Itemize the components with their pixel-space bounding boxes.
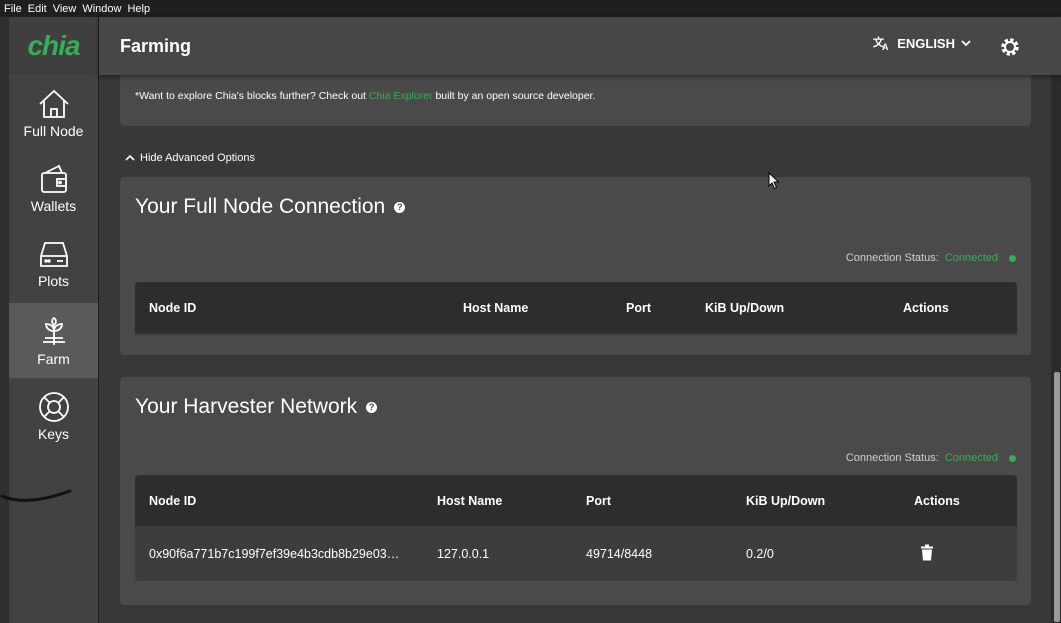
menu-file[interactable]: File <box>4 3 22 15</box>
language-label: ENGLISH <box>897 35 955 51</box>
chia-explorer-link[interactable]: Chia Explorer <box>369 90 433 102</box>
lifebuoy-icon <box>38 391 69 422</box>
connection-status: Connection Status: Connected <box>846 252 1016 264</box>
translate-icon: 文A <box>873 35 889 51</box>
explorer-info-card: *Want to explore Chia's blocks further? … <box>120 75 1031 126</box>
chia-logo[interactable]: chia <box>27 30 80 62</box>
column-header: KiB Up/Down <box>746 493 826 508</box>
column-header: KiB Up/Down <box>705 300 785 315</box>
chevron-up-icon <box>125 154 135 161</box>
table-header: Node ID Host Name Port KiB Up/Down Actio… <box>135 475 1017 526</box>
trash-icon <box>921 544 933 560</box>
sprout-icon <box>42 316 65 345</box>
column-header: Host Name <box>463 300 529 315</box>
table-row: 0x90f6a771b7c199f7ef39e4b3cdb8b29e03… 12… <box>135 526 1017 581</box>
column-header: Node ID <box>149 493 197 508</box>
column-header: Host Name <box>437 493 503 508</box>
sidebar-nav: Full Node Wallets Plots Farm Keys <box>9 75 98 623</box>
info-text-prefix: *Want to explore Chia's blocks further? … <box>135 90 369 102</box>
host-name-cell: 127.0.0.1 <box>437 546 490 561</box>
sidebar-item-farm[interactable]: Farm <box>9 303 98 378</box>
column-header: Port <box>626 300 651 315</box>
sidebar-item-wallets[interactable]: Wallets <box>9 150 98 225</box>
delete-button[interactable] <box>921 544 933 563</box>
hard-drive-icon <box>39 241 68 267</box>
status-value: Connected <box>944 452 998 464</box>
home-icon <box>38 89 69 118</box>
language-selector[interactable]: 文A ENGLISH <box>873 35 981 51</box>
sidebar-item-plots[interactable]: Plots <box>9 225 98 300</box>
harvester-network-title: Your Harvester Network <box>135 395 358 418</box>
info-text-suffix: built by an open source developer. <box>432 90 596 102</box>
table-header: Node ID Host Name Port KiB Up/Down Actio… <box>135 282 1017 333</box>
main-content: *Want to explore Chia's blocks further? … <box>99 75 1051 623</box>
status-dot-icon <box>1009 254 1016 262</box>
menu-edit[interactable]: Edit <box>28 3 47 15</box>
column-header: Actions <box>914 493 960 508</box>
port-cell: 49714/8448 <box>586 546 653 561</box>
column-header: Actions <box>903 300 949 315</box>
table-empty-body <box>135 333 1017 335</box>
section-title: Your Harvester Network ? <box>135 395 378 419</box>
node-id-cell: 0x90f6a771b7c199f7ef39e4b3cdb8b29e03… <box>149 546 400 561</box>
sidebar-item-label: Plots <box>37 272 70 289</box>
hide-advanced-options-toggle[interactable]: Hide Advanced Options <box>125 152 255 164</box>
column-header: Node ID <box>149 300 197 315</box>
svg-text:A: A <box>882 42 889 51</box>
status-label: Connection Status: <box>845 452 939 464</box>
menu-window[interactable]: Window <box>82 3 121 15</box>
status-label: Connection Status: <box>845 252 939 264</box>
sidebar-item-keys[interactable]: Keys <box>9 378 98 453</box>
menu-view[interactable]: View <box>53 3 77 15</box>
sidebar-item-label: Farm <box>37 350 70 367</box>
logo-area: chia <box>9 17 98 75</box>
sidebar: chia Full Node Wallets Plots Farm Keys <box>0 17 99 623</box>
mouse-cursor-icon <box>768 172 780 190</box>
wallet-icon <box>40 164 67 193</box>
harvester-network-card: Your Harvester Network ? Connection Stat… <box>120 377 1031 605</box>
app-window: File Edit View Window Help chia Full Nod… <box>0 0 1061 623</box>
page-header: Farming 文A ENGLISH <box>99 17 1061 75</box>
connection-status: Connection Status: Connected <box>846 452 1016 464</box>
sidebar-item-full-node[interactable]: Full Node <box>9 75 98 150</box>
status-value: Connected <box>944 252 998 264</box>
column-header: Port <box>586 493 611 508</box>
annotation-stroke <box>0 489 72 502</box>
kib-cell: 0.2/0 <box>746 546 774 561</box>
gear-icon[interactable] <box>999 36 1021 58</box>
sidebar-item-label: Wallets <box>30 197 77 214</box>
help-icon[interactable]: ? <box>366 401 378 413</box>
vertical-scrollbar[interactable] <box>1051 17 1061 623</box>
section-title: Your Full Node Connection ? <box>135 195 406 219</box>
page-title: Farming <box>120 35 192 56</box>
full-node-connection-card: Your Full Node Connection ? Connection S… <box>120 177 1031 355</box>
explorer-info-text: *Want to explore Chia's blocks further? … <box>135 90 595 102</box>
scrollbar-thumb[interactable] <box>1054 372 1060 622</box>
sidebar-item-label: Full Node <box>23 122 84 139</box>
harvester-network-table: Node ID Host Name Port KiB Up/Down Actio… <box>135 475 1017 581</box>
full-node-connection-table: Node ID Host Name Port KiB Up/Down Actio… <box>135 282 1017 335</box>
full-node-connection-title: Your Full Node Connection <box>135 195 386 218</box>
menu-help[interactable]: Help <box>127 3 150 15</box>
help-icon[interactable]: ? <box>394 201 406 213</box>
sidebar-item-label: Keys <box>37 425 70 442</box>
chevron-down-icon <box>961 40 971 47</box>
advanced-toggle-label: Hide Advanced Options <box>140 152 255 164</box>
status-dot-icon <box>1009 454 1016 462</box>
menu-bar: File Edit View Window Help <box>0 0 1061 17</box>
